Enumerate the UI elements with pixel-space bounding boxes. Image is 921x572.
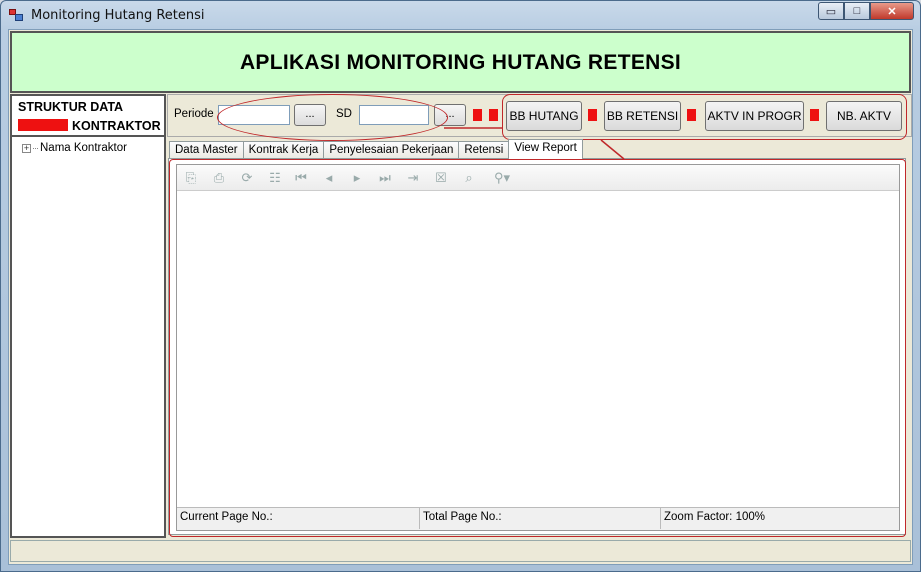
window-controls: ▭ □ ✕: [818, 2, 914, 20]
structure-subtitle: KONTRAKTOR: [72, 119, 161, 133]
expand-icon[interactable]: +: [22, 143, 31, 153]
structure-title: STRUKTUR DATA: [18, 100, 124, 114]
tab-penyelesaian-pekerjaan[interactable]: Penyelesaian Pekerjaan: [323, 141, 460, 159]
tree-node-kontraktor[interactable]: + Nama Kontraktor: [22, 142, 127, 154]
annotation-rectangle: [502, 94, 907, 140]
maximize-button[interactable]: □: [844, 2, 870, 20]
app-icon: [9, 9, 23, 21]
tab-retensi[interactable]: Retensi: [458, 141, 510, 159]
annotation-ellipse: [217, 94, 448, 141]
app-heading: APLIKASI MONITORING HUTANG RETENSI: [239, 51, 682, 74]
tab-data-master[interactable]: Data Master: [169, 141, 244, 159]
close-button[interactable]: ✕: [870, 2, 914, 20]
tab-view-report[interactable]: View Report: [508, 139, 583, 159]
annotation-rectangle: [169, 159, 906, 537]
red-marker: [18, 119, 68, 131]
title-bar[interactable]: Monitoring Hutang Retensi ▭ □ ✕: [1, 1, 920, 29]
structure-header: STRUKTUR DATA KONTRAKTOR: [12, 96, 164, 137]
tree-node-label[interactable]: Nama Kontraktor: [40, 142, 127, 154]
structure-panel: STRUKTUR DATA KONTRAKTOR + Nama Kontrakt…: [10, 94, 166, 538]
header-banner: APLIKASI MONITORING HUTANG RETENSI: [10, 31, 911, 93]
minimize-button[interactable]: ▭: [818, 2, 844, 20]
status-bar: [10, 540, 911, 562]
tree-connector: [33, 147, 38, 149]
window-title: Monitoring Hutang Retensi: [31, 8, 205, 23]
app-window: Monitoring Hutang Retensi ▭ □ ✕ APLIKASI…: [0, 0, 921, 572]
periode-label: Periode :: [174, 108, 221, 120]
tab-strip: Data Master Kontrak Kerja Penyelesaian P…: [169, 139, 583, 159]
tab-kontrak-kerja[interactable]: Kontrak Kerja: [242, 141, 325, 159]
red-marker: [489, 109, 498, 121]
red-marker: [473, 109, 482, 121]
